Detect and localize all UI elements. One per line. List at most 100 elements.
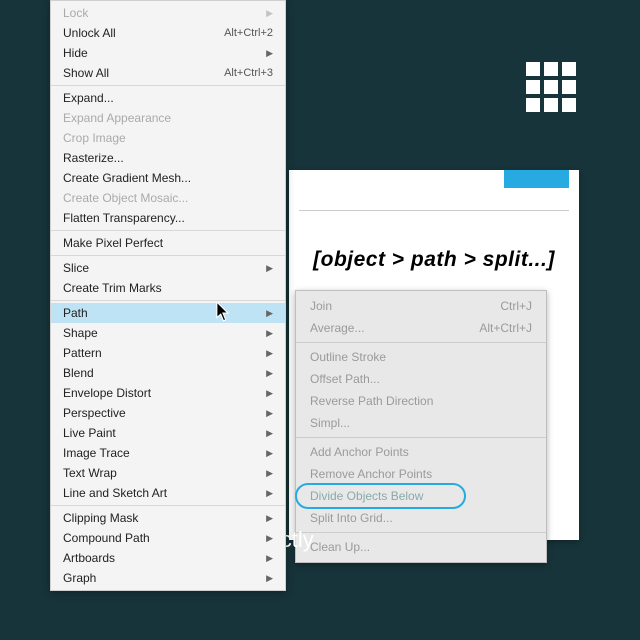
menu-item-label: Pattern <box>63 346 102 360</box>
menu-item-label: Expand Appearance <box>63 111 171 125</box>
submenu-arrow-icon: ▶ <box>266 513 273 524</box>
submenu-arrow-icon: ▶ <box>266 408 273 419</box>
submenu-item-label: Divide Objects Below <box>310 489 423 503</box>
submenu-item-label: Add Anchor Points <box>310 445 409 459</box>
submenu-arrow-icon: ▶ <box>266 488 273 499</box>
submenu-arrow-icon: ▶ <box>266 388 273 399</box>
menu-item-label: Graph <box>63 571 96 585</box>
menu-item-label: Lock <box>63 6 88 20</box>
menu-item-pattern[interactable]: Pattern ▶ <box>51 343 285 363</box>
menu-item-line-and-sketch-art[interactable]: Line and Sketch Art ▶ <box>51 483 285 503</box>
menu-item-lock: Lock ▶ <box>51 3 285 23</box>
menu-item-label: Crop Image <box>63 131 126 145</box>
submenu-arrow-icon: ▶ <box>266 263 273 274</box>
menu-item-label: Show All <box>63 66 109 80</box>
menu-item-label: Line and Sketch Art <box>63 486 167 500</box>
menu-item-live-paint[interactable]: Live Paint ▶ <box>51 423 285 443</box>
menu-item-hide[interactable]: Hide ▶ <box>51 43 285 63</box>
menu-shortcut: Alt+Ctrl+2 <box>224 27 273 39</box>
menu-item-path[interactable]: Path ▶ <box>51 303 285 323</box>
submenu-arrow-icon: ▶ <box>266 553 273 564</box>
menu-item-label: Live Paint <box>63 426 116 440</box>
menu-item-label: Shape <box>63 326 98 340</box>
color-swatch <box>504 170 569 188</box>
submenu-arrow-icon: ▶ <box>266 8 273 19</box>
menu-item-label: Expand... <box>63 91 114 105</box>
menu-item-unlock-all[interactable]: Unlock All Alt+Ctrl+2 <box>51 23 285 43</box>
menu-item-label: Compound Path <box>63 531 150 545</box>
submenu-item-add-anchor-points[interactable]: Add Anchor Points <box>296 441 546 463</box>
menu-item-rasterize-[interactable]: Rasterize... <box>51 148 285 168</box>
menu-item-graph[interactable]: Graph▶ <box>51 568 285 588</box>
menu-item-show-all[interactable]: Show AllAlt+Ctrl+3 <box>51 63 285 83</box>
submenu-item-offset-path-[interactable]: Offset Path... <box>296 368 546 390</box>
submenu-arrow-icon: ▶ <box>266 308 273 319</box>
submenu-item-label: Join <box>310 299 332 313</box>
menu-item-create-gradient-mesh-[interactable]: Create Gradient Mesh... <box>51 168 285 188</box>
menu-item-label: Slice <box>63 261 89 275</box>
submenu-arrow-icon: ▶ <box>266 368 273 379</box>
breadcrumb: [object > path > split...] <box>289 248 579 272</box>
submenu-item-outline-stroke[interactable]: Outline Stroke <box>296 346 546 368</box>
menu-item-label: Unlock All <box>63 26 116 40</box>
submenu-arrow-icon: ▶ <box>266 428 273 439</box>
submenu-arrow-icon: ▶ <box>266 48 273 59</box>
submenu-shortcut: Ctrl+J <box>500 299 532 313</box>
menu-item-perspective[interactable]: Perspective ▶ <box>51 403 285 423</box>
menu-item-compound-path[interactable]: Compound Path ▶ <box>51 528 285 548</box>
menu-item-image-trace[interactable]: Image Trace▶ <box>51 443 285 463</box>
submenu-item-simpl-[interactable]: Simpl... <box>296 412 546 434</box>
menu-separator <box>51 230 285 231</box>
submenu-item-label: Split Into Grid... <box>310 511 393 525</box>
menu-separator <box>296 342 546 343</box>
menu-item-shape[interactable]: Shape ▶ <box>51 323 285 343</box>
menu-item-create-object-mosaic-: Create Object Mosaic... <box>51 188 285 208</box>
submenu-item-label: Offset Path... <box>310 372 380 386</box>
menu-separator <box>51 505 285 506</box>
menu-item-label: Envelope Distort <box>63 386 151 400</box>
menu-item-slice[interactable]: Slice ▶ <box>51 258 285 278</box>
submenu-arrow-icon: ▶ <box>266 468 273 479</box>
menu-item-label: Create Gradient Mesh... <box>63 171 191 185</box>
menu-item-envelope-distort[interactable]: Envelope Distort ▶ <box>51 383 285 403</box>
submenu-item-join[interactable]: Join Ctrl+J <box>296 295 546 317</box>
submenu-item-label: Reverse Path Direction <box>310 394 433 408</box>
menu-item-crop-image: Crop Image <box>51 128 285 148</box>
menu-item-label: Path <box>63 306 88 320</box>
path-submenu[interactable]: Join Ctrl+J Average... Alt+Ctrl+J Outline St… <box>295 290 547 563</box>
submenu-arrow-icon: ▶ <box>266 533 273 544</box>
menu-item-artboards[interactable]: Artboards▶ <box>51 548 285 568</box>
grid-icon <box>526 62 580 112</box>
menu-separator <box>296 437 546 438</box>
menu-item-create-trim-marks[interactable]: Create Trim Marks <box>51 278 285 298</box>
menu-item-label: Text Wrap <box>63 466 117 480</box>
submenu-item-average-[interactable]: Average... Alt+Ctrl+J <box>296 317 546 339</box>
menu-item-text-wrap[interactable]: Text Wrap ▶ <box>51 463 285 483</box>
menu-item-label: Make Pixel Perfect <box>63 236 163 250</box>
menu-item-make-pixel-perfect[interactable]: Make Pixel Perfect <box>51 233 285 253</box>
menu-item-clipping-mask[interactable]: Clipping Mask▶ <box>51 508 285 528</box>
submenu-shortcut: Alt+Ctrl+J <box>479 321 532 335</box>
submenu-arrow-icon: ▶ <box>266 448 273 459</box>
menu-item-label: Perspective <box>63 406 126 420</box>
divider <box>299 210 569 211</box>
menu-separator <box>51 300 285 301</box>
menu-separator <box>51 85 285 86</box>
submenu-item-label: Simpl... <box>310 416 350 430</box>
menu-separator <box>51 255 285 256</box>
menu-item-label: Rasterize... <box>63 151 124 165</box>
menu-item-flatten-transparency-[interactable]: Flatten Transparency... <box>51 208 285 228</box>
submenu-item-reverse-path-direction[interactable]: Reverse Path Direction <box>296 390 546 412</box>
submenu-item-remove-anchor-points[interactable]: Remove Anchor Points <box>296 463 546 485</box>
menu-item-expand-appearance: Expand Appearance <box>51 108 285 128</box>
object-menu[interactable]: Lock ▶ Unlock All Alt+Ctrl+2 Hide ▶ Show AllAl… <box>50 0 286 591</box>
submenu-item-label: Average... <box>310 321 364 335</box>
menu-item-label: Create Trim Marks <box>63 281 162 295</box>
menu-item-label: Hide <box>63 46 88 60</box>
submenu-arrow-icon: ▶ <box>266 328 273 339</box>
submenu-item-divide-objects-below[interactable]: Divide Objects Below <box>296 485 546 507</box>
submenu-arrow-icon: ▶ <box>266 348 273 359</box>
submenu-item-label: Remove Anchor Points <box>310 467 432 481</box>
menu-item-blend[interactable]: Blend▶ <box>51 363 285 383</box>
menu-item-expand-[interactable]: Expand... <box>51 88 285 108</box>
